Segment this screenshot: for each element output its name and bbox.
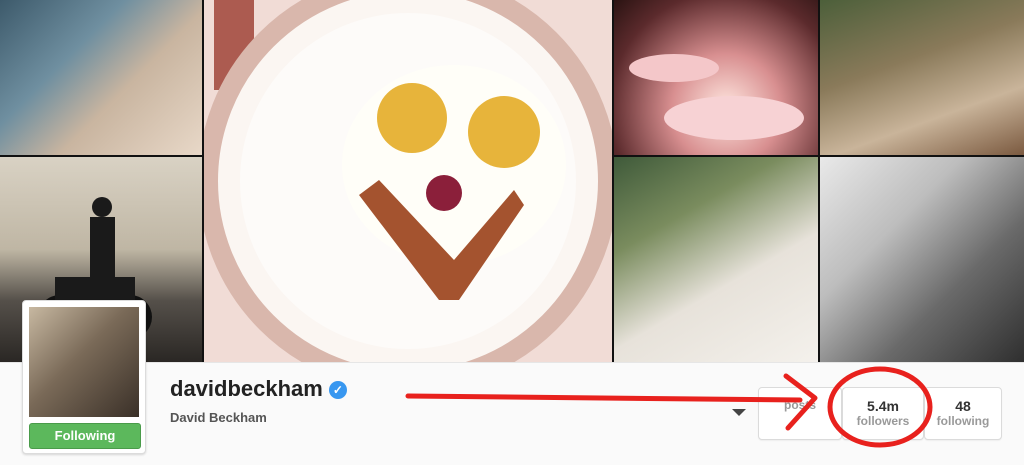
full-name: David Beckham (170, 410, 267, 425)
username-heading: davidbeckham ✓ (170, 376, 347, 402)
photo-couple[interactable] (0, 0, 202, 155)
photo-patio[interactable] (820, 0, 1024, 155)
photo-grid (0, 0, 1024, 362)
stat-posts-label: posts (783, 398, 816, 412)
avatar[interactable] (29, 307, 139, 417)
stat-following-label: following (936, 414, 990, 428)
cake-illustration (629, 54, 804, 140)
breakfast-plate (204, 0, 612, 362)
stat-following-value: 48 (955, 398, 971, 414)
stat-followers-value: 5.4m (867, 398, 899, 414)
photo-headband[interactable] (614, 157, 818, 362)
stat-followers[interactable]: 5.4m followers (842, 387, 924, 440)
photo-breakfast-face[interactable] (204, 0, 612, 362)
stat-posts[interactable]: posts (758, 387, 842, 440)
stat-following[interactable]: 48 following (924, 387, 1002, 440)
photo-selfie-bw[interactable] (820, 157, 1024, 362)
verified-badge-icon: ✓ (328, 381, 347, 400)
photo-birthday-cake[interactable] (614, 0, 818, 155)
options-chevron-down-icon[interactable] (732, 409, 746, 416)
username-text: davidbeckham (170, 376, 323, 401)
following-button[interactable]: Following (29, 423, 141, 449)
stat-followers-label: followers (856, 414, 910, 428)
avatar-card: Following (22, 300, 146, 454)
